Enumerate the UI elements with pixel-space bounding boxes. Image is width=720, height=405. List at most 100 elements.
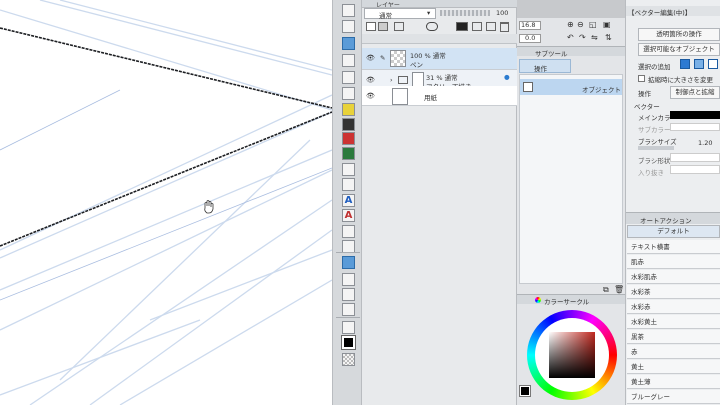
ruler-layer-icon[interactable] [394,22,404,31]
eye-icon[interactable]: 👁 [366,76,376,86]
tool-zoom-icon[interactable] [342,4,355,17]
tool-property-header: 【ベクター編集(中)】 [626,6,720,17]
tool-gradient-icon[interactable]: A [342,194,355,207]
mask-icon[interactable] [456,22,468,31]
drawing-canvas[interactable] [0,0,332,405]
opacity-slider[interactable] [440,10,490,16]
layer-row[interactable]: 👁 ✎ 100 % 通常 ペン [362,48,517,70]
tool-brush-icon[interactable] [342,118,355,131]
selection-mode-2-icon[interactable] [694,59,704,69]
trash-icon[interactable] [500,22,509,32]
subtool-title: サブツール [535,50,568,58]
subtool-item-object[interactable]: オブジェクト [520,79,622,95]
auto-action-item[interactable]: 黄土 [627,360,720,374]
navigator-controls: 16.8 ⊕ ⊖ ◱ ▣ [519,20,623,32]
fit-icon[interactable]: ◱ [589,20,597,29]
chevron-right-icon[interactable]: › [390,76,393,84]
transparent-op-button[interactable]: 透明箇所の操作 [638,28,720,41]
tool-property-panel: 【ベクター編集(中)】 透明箇所の操作 選択可能なオブジェクト 選択の追加 拡縮… [625,0,720,405]
operation-label: 操作 [638,90,651,98]
subtool-tab-label: 操作 [534,65,547,73]
layer-color-icon: ● [504,73,510,81]
sub-color-bar[interactable] [670,123,720,131]
tool-pencil-icon[interactable] [342,103,355,116]
tool-select-object-icon[interactable] [342,256,355,269]
tool-selection-icon[interactable] [342,54,355,67]
brush-size-slider[interactable] [638,146,674,150]
selection-mode-1-icon[interactable] [680,59,690,69]
reset-zoom-icon[interactable]: ▣ [603,20,611,29]
canvas-strokes [0,0,332,405]
rotate-right-icon[interactable]: ↷ [579,33,586,42]
auto-action-item[interactable]: 黄土薄 [627,375,720,389]
tool-fill-icon[interactable] [342,178,355,191]
auto-action-item[interactable]: 水彩赤 [627,300,720,314]
layer-thumbnail [390,50,406,67]
auto-action-item[interactable]: 黒茶 [627,330,720,344]
main-color-bar[interactable] [670,111,720,119]
selection-mode-3-icon[interactable] [708,59,718,69]
opacity-value: 100 [496,9,509,17]
tool-transform-icon[interactable] [342,288,355,301]
selectable-object-button[interactable]: 選択可能なオブジェクト [638,43,720,56]
main-color-indicator[interactable] [519,385,531,397]
subtool-header: サブツール [517,46,625,58]
color-panel-title: カラーサークル [544,298,590,306]
auto-action-item[interactable]: テキスト横書 [627,240,720,254]
eye-icon[interactable]: 👁 [366,54,376,64]
layer-row[interactable]: 👁 用紙 [362,86,517,106]
blend-mode-select[interactable]: 通常 ▾ [364,8,436,20]
subtool-item-label: オブジェクト [582,86,621,94]
subtool-tab[interactable]: 操作 [519,59,571,73]
brush-size-label: ブラシサイズ [638,138,677,146]
tool-pen-icon[interactable] [342,87,355,100]
tool-connect-icon[interactable] [342,303,355,316]
brush-shape-field[interactable] [670,153,720,162]
folder-icon[interactable] [472,22,482,31]
clip-icon[interactable] [378,22,388,31]
rotate-left-icon[interactable]: ↶ [567,33,574,42]
tool-balloon-icon[interactable] [342,225,355,238]
tool-move-icon[interactable] [342,20,355,33]
in-out-field[interactable] [670,165,720,174]
merge-icon[interactable] [486,22,496,31]
vector-label: ベクター [634,103,660,111]
auto-action-item[interactable]: 水彩黄土 [627,315,720,329]
auto-action-item[interactable]: ブルーグレー [627,390,720,404]
auto-action-item[interactable]: 水彩茶 [627,285,720,299]
scale-checkbox[interactable] [638,75,645,82]
new-layer-icon[interactable] [366,22,376,31]
auto-action-item[interactable]: 赤 [627,345,720,359]
lock-icon[interactable] [426,22,438,31]
brush-shape-label: ブラシ形状 [638,157,671,165]
layer-name: 用紙 [424,94,437,102]
flip-vertical-icon[interactable]: ⇅ [605,33,612,42]
zoom-out-icon[interactable]: ⊖ [577,20,584,29]
flip-horizontal-icon[interactable]: ⇋ [591,33,598,42]
auto-action-set-select[interactable]: デフォルト [627,225,720,238]
scale-checkbox-label: 拡縮時に大きさを変更 [648,76,713,84]
main-color-swatch[interactable] [341,335,356,350]
tool-decoration-icon[interactable] [342,147,355,160]
zoom-in-icon[interactable]: ⊕ [567,20,574,29]
auto-action-item[interactable]: 水彩肌赤 [627,270,720,284]
hue-ring[interactable] [527,310,617,400]
tool-eyedropper-icon[interactable] [342,71,355,84]
tool-blend-icon[interactable] [342,321,355,334]
tool-eraser-icon[interactable] [342,163,355,176]
tool-airbrush-icon[interactable] [342,132,355,145]
tool-text-icon[interactable]: A [342,209,355,222]
layer-panel-header: レイヤー [362,0,517,9]
in-out-label: 入り抜き [638,169,664,177]
saturation-value-square[interactable] [549,332,595,378]
operation-select[interactable]: 制御点と拡縮 [670,86,720,99]
transparent-color-swatch[interactable] [342,353,355,366]
tool-operation-icon[interactable] [342,37,355,50]
brush-size-value: 1.20 [698,139,713,147]
auto-action-item[interactable]: 肌赤 [627,255,720,269]
rotation-value: 0.0 [525,34,536,42]
delete-subtool-icon[interactable]: 🗑 [614,285,624,294]
tool-correct-line-icon[interactable] [342,273,355,286]
zoom-value: 16.8 [521,21,536,29]
eye-icon[interactable]: 👁 [366,92,376,102]
